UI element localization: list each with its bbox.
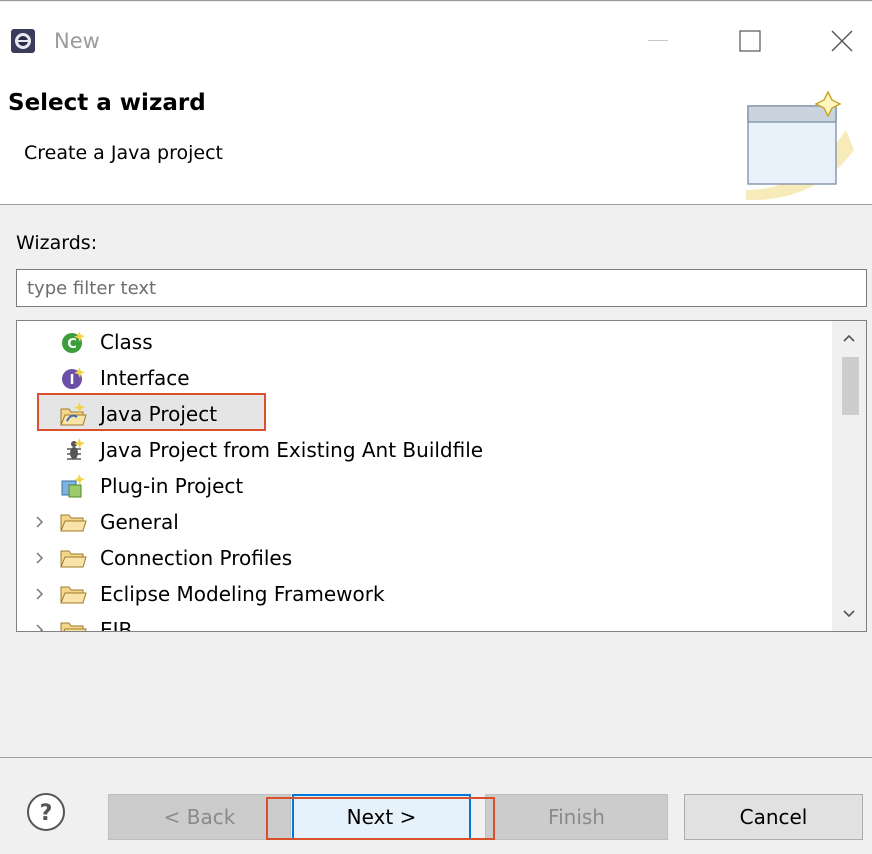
chevron-right-icon[interactable] <box>33 551 47 565</box>
wizards-label: Wizards: <box>16 232 98 254</box>
close-icon <box>831 30 853 52</box>
minimize-icon <box>648 40 668 41</box>
tree-item-label: General <box>100 510 179 534</box>
help-icon[interactable]: ? <box>25 791 67 833</box>
page-description: Create a Java project <box>24 142 223 164</box>
eclipse-icon <box>11 29 35 53</box>
finish-button[interactable]: Finish <box>485 794 668 840</box>
tree-item-plugin-project[interactable]: Plug-in Project <box>17 468 827 504</box>
tree-item-ejb[interactable]: EJB <box>17 612 827 632</box>
folder-icon <box>60 514 87 532</box>
svg-text:C: C <box>67 337 77 352</box>
tree-item-connection-profiles[interactable]: Connection Profiles <box>17 540 827 576</box>
tree-item-label: Connection Profiles <box>100 546 293 570</box>
folder-icon <box>60 622 87 631</box>
scroll-up-button[interactable] <box>832 321 866 355</box>
tree-item-java-project[interactable]: Java Project <box>17 396 827 432</box>
tree-item-general[interactable]: General <box>17 504 827 540</box>
tree-item-label: EJB <box>100 618 133 632</box>
plugin-project-icon <box>61 474 85 498</box>
cancel-button[interactable]: Cancel <box>684 794 863 840</box>
tree-item-label: Java Project from Existing Ant Buildfile <box>100 438 484 462</box>
chevron-right-icon[interactable] <box>33 515 47 529</box>
ant-buildfile-icon <box>67 438 85 460</box>
window-title: New <box>54 29 100 53</box>
tree-item-eclipse-modeling-framework[interactable]: Eclipse Modeling Framework <box>17 576 827 612</box>
chevron-up-icon <box>843 334 855 342</box>
tree-item-label: Plug-in Project <box>100 474 244 498</box>
folder-icon <box>60 550 87 568</box>
maximize-icon <box>739 30 761 52</box>
java-class-icon: C <box>62 331 85 353</box>
tree-scrollbar[interactable] <box>832 321 866 631</box>
new-wizard-dialog: New Select a wizard Create a Java projec… <box>0 0 872 854</box>
tree-item-label: Java Project <box>100 402 218 426</box>
chevron-down-icon <box>843 610 855 618</box>
tree-item-ant-buildfile[interactable]: Java Project from Existing Ant Buildfile <box>17 432 827 468</box>
chevron-right-icon[interactable] <box>33 587 47 601</box>
filter-input[interactable] <box>16 269 867 307</box>
java-interface-icon: I <box>62 367 85 389</box>
tree-item-label: Interface <box>100 366 190 390</box>
wizard-header: Select a wizard Create a Java project <box>0 78 872 205</box>
java-project-icon <box>60 402 87 426</box>
tree-item-class[interactable]: C Class <box>17 324 827 360</box>
footer-separator <box>0 757 872 758</box>
back-button[interactable]: < Back <box>108 794 291 840</box>
close-button[interactable] <box>816 16 868 66</box>
tree-item-interface[interactable]: I Interface <box>17 360 827 396</box>
scroll-down-button[interactable] <box>832 597 866 631</box>
scroll-thumb[interactable] <box>842 357 859 415</box>
chevron-right-icon[interactable] <box>33 623 47 632</box>
wizard-tree: C Class I Interface Java Project Java Pr… <box>16 320 867 632</box>
svg-text:I: I <box>70 373 75 388</box>
tree-item-label: Class <box>100 330 153 354</box>
minimize-button[interactable] <box>632 16 684 66</box>
folder-icon <box>60 586 87 604</box>
tree-item-label: Eclipse Modeling Framework <box>100 582 385 606</box>
next-button-highlight <box>266 797 495 840</box>
title-bar: New <box>0 2 872 78</box>
maximize-button[interactable] <box>724 16 776 66</box>
page-title: Select a wizard <box>8 90 206 116</box>
new-wizard-banner-icon <box>746 90 854 200</box>
svg-text:?: ? <box>40 801 53 826</box>
